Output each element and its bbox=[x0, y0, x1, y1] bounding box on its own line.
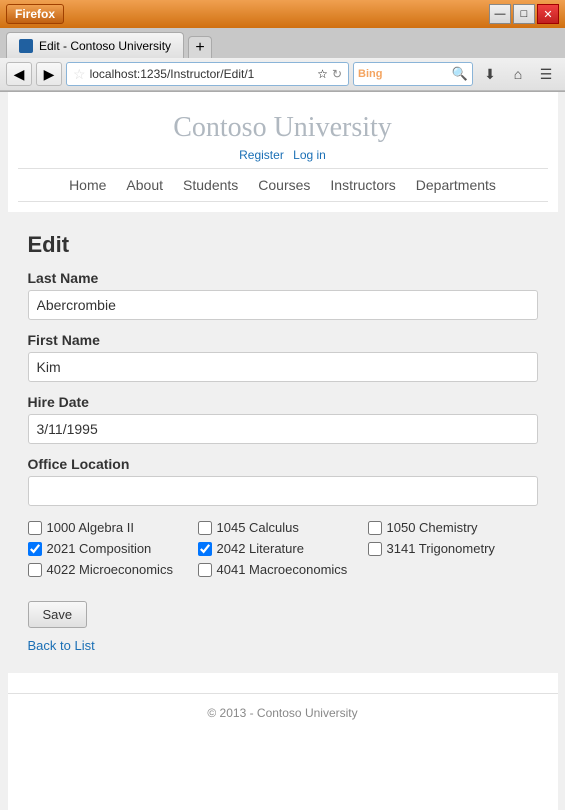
course-2021-label: 2021 Composition bbox=[47, 541, 152, 556]
new-tab-button[interactable]: + bbox=[188, 36, 212, 58]
course-4022-checkbox[interactable] bbox=[28, 563, 42, 577]
site-title: Contoso University bbox=[18, 112, 548, 144]
last-name-group: Last Name bbox=[28, 270, 538, 320]
course-4041-checkbox[interactable] bbox=[198, 563, 212, 577]
bookmark-icon: ☆ bbox=[73, 66, 86, 83]
list-item: 2042 Literature bbox=[198, 541, 368, 556]
first-name-input[interactable] bbox=[28, 352, 538, 382]
list-item: 3141 Trigonometry bbox=[368, 541, 538, 556]
first-name-label: First Name bbox=[28, 332, 538, 348]
forward-button[interactable]: ▶ bbox=[36, 62, 62, 86]
register-link[interactable]: Register bbox=[239, 148, 284, 162]
page-heading: Edit bbox=[28, 232, 538, 258]
nav-departments[interactable]: Departments bbox=[416, 177, 496, 193]
minimize-button[interactable]: — bbox=[489, 4, 511, 24]
page-wrapper: Contoso University Register Log in Home … bbox=[0, 92, 565, 810]
list-item: 4041 Macroeconomics bbox=[198, 562, 368, 577]
close-button[interactable]: ✕ bbox=[537, 4, 559, 24]
list-item: 1050 Chemistry bbox=[368, 520, 538, 535]
bookmark-star-icon: ☆ bbox=[317, 67, 328, 81]
course-1050-label: 1050 Chemistry bbox=[387, 520, 478, 535]
hire-date-label: Hire Date bbox=[28, 394, 538, 410]
office-input[interactable] bbox=[28, 476, 538, 506]
site-header: Contoso University Register Log in Home … bbox=[8, 92, 558, 212]
download-icon[interactable]: ⬇ bbox=[477, 62, 503, 86]
nav-courses[interactable]: Courses bbox=[258, 177, 310, 193]
firefox-menu-button[interactable]: Firefox bbox=[6, 4, 64, 24]
nav-home[interactable]: Home bbox=[69, 177, 106, 193]
list-item: 2021 Composition bbox=[28, 541, 198, 556]
list-item: 4022 Microeconomics bbox=[28, 562, 198, 577]
page-footer: © 2013 - Contoso University bbox=[8, 693, 558, 732]
course-1045-checkbox[interactable] bbox=[198, 521, 212, 535]
last-name-input[interactable] bbox=[28, 290, 538, 320]
page-content: Contoso University Register Log in Home … bbox=[8, 92, 558, 810]
list-item: 1000 Algebra II bbox=[28, 520, 198, 535]
course-1000-checkbox[interactable] bbox=[28, 521, 42, 535]
first-name-group: First Name bbox=[28, 332, 538, 382]
maximize-button[interactable]: □ bbox=[513, 4, 535, 24]
main-content: Edit Last Name First Name Hire Date Offi… bbox=[8, 212, 558, 673]
courses-grid: 1000 Algebra II 1045 Calculus 1050 Chemi… bbox=[28, 520, 538, 577]
last-name-label: Last Name bbox=[28, 270, 538, 286]
nav-about[interactable]: About bbox=[126, 177, 163, 193]
course-2021-checkbox[interactable] bbox=[28, 542, 42, 556]
course-4041-label: 4041 Macroeconomics bbox=[217, 562, 348, 577]
office-location-group: Office Location bbox=[28, 456, 538, 506]
course-1045-label: 1045 Calculus bbox=[217, 520, 299, 535]
office-label: Office Location bbox=[28, 456, 538, 472]
site-nav: Home About Students Courses Instructors … bbox=[18, 168, 548, 202]
back-to-list-link[interactable]: Back to List bbox=[28, 638, 538, 653]
list-item: 1045 Calculus bbox=[198, 520, 368, 535]
course-2042-checkbox[interactable] bbox=[198, 542, 212, 556]
course-2042-label: 2042 Literature bbox=[217, 541, 304, 556]
refresh-icon: ↻ bbox=[332, 67, 342, 81]
auth-links: Register Log in bbox=[18, 148, 548, 162]
nav-instructors[interactable]: Instructors bbox=[330, 177, 395, 193]
tab-title: Edit - Contoso University bbox=[39, 39, 171, 53]
menu-icon[interactable]: ☰ bbox=[533, 62, 559, 86]
search-bar[interactable]: Bing 🔍 bbox=[353, 62, 473, 86]
list-item bbox=[368, 562, 538, 577]
nav-students[interactable]: Students bbox=[183, 177, 238, 193]
save-button[interactable]: Save bbox=[28, 601, 88, 628]
course-3141-label: 3141 Trigonometry bbox=[387, 541, 495, 556]
bing-logo: Bing bbox=[358, 68, 382, 80]
login-link[interactable]: Log in bbox=[293, 148, 326, 162]
search-icon[interactable]: 🔍 bbox=[452, 66, 468, 82]
course-3141-checkbox[interactable] bbox=[368, 542, 382, 556]
course-4022-label: 4022 Microeconomics bbox=[47, 562, 173, 577]
address-text: localhost:1235/Instructor/Edit/1 bbox=[90, 67, 314, 81]
courses-section: 1000 Algebra II 1045 Calculus 1050 Chemi… bbox=[28, 520, 538, 577]
footer-text: © 2013 - Contoso University bbox=[207, 706, 357, 720]
hire-date-input[interactable] bbox=[28, 414, 538, 444]
browser-tab[interactable]: Edit - Contoso University bbox=[6, 32, 184, 58]
back-button[interactable]: ◀ bbox=[6, 62, 32, 86]
tab-favicon bbox=[19, 39, 33, 53]
address-bar[interactable]: ☆ localhost:1235/Instructor/Edit/1 ☆ ↻ bbox=[66, 62, 349, 86]
hire-date-group: Hire Date bbox=[28, 394, 538, 444]
course-1000-label: 1000 Algebra II bbox=[47, 520, 134, 535]
course-1050-checkbox[interactable] bbox=[368, 521, 382, 535]
home-icon[interactable]: ⌂ bbox=[505, 62, 531, 86]
